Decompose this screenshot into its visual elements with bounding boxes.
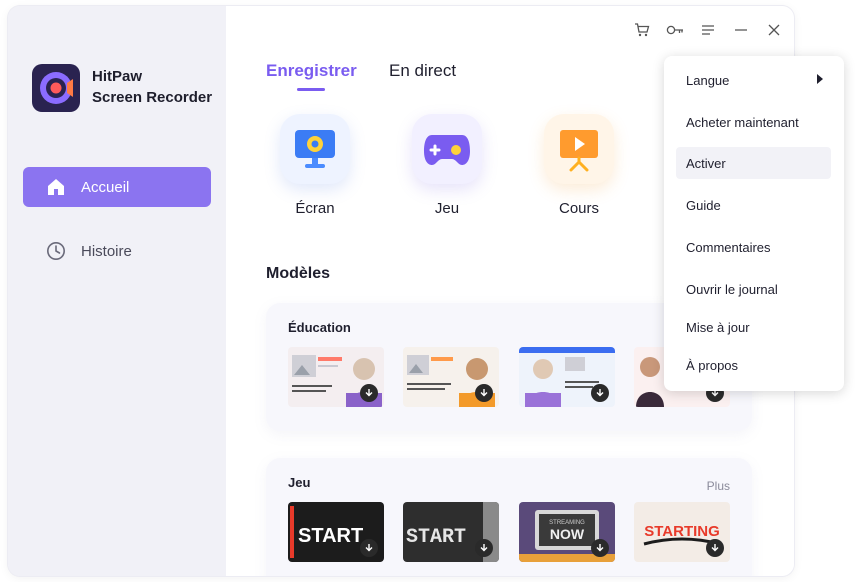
download-icon[interactable] [360,539,378,557]
template-thumbnail[interactable]: STARTING [634,502,730,562]
menu-item-open-log[interactable]: Ouvrir le journal [676,273,831,305]
app-name: HitPaw Screen Recorder [92,66,212,108]
template-thumbnail[interactable]: START [403,502,499,562]
key-icon[interactable] [665,20,685,40]
menu-item-language[interactable]: Langue [676,64,831,96]
mode-game-button[interactable]: Jeu [409,114,485,217]
sidebar-item-label: Histoire [81,242,132,260]
mode-tile [280,114,350,184]
template-thumbnail[interactable]: STREAMING NOW [519,502,615,562]
close-icon[interactable] [764,20,784,40]
app-logo [32,64,80,112]
card-title: Éducation [288,320,351,335]
home-icon [45,176,67,198]
menu-item-buy-now[interactable]: Acheter maintenant [676,106,831,138]
sidebar-item-label: Accueil [81,178,130,196]
menu-item-label: Commentaires [686,239,771,255]
download-icon[interactable] [475,539,493,557]
menu-item-update[interactable]: Mise à jour [676,311,831,343]
cart-icon[interactable] [632,20,652,40]
more-link[interactable]: Plus [707,479,730,493]
sidebar-item-history[interactable]: Histoire [23,231,211,271]
mode-label: Jeu [434,200,460,217]
thumbnail-text: START [406,526,466,549]
app-name-line2: Screen Recorder [92,89,213,106]
download-icon[interactable] [591,539,609,557]
menu-item-label: Activer [686,155,726,171]
tab-record[interactable]: Enregistrer [266,61,357,81]
settings-dropdown-menu: Langue Acheter maintenant Activer Guide … [664,56,844,391]
templates-heading: Modèles [266,265,331,282]
template-thumbnail[interactable]: START [288,502,384,562]
menu-item-label: Mise à jour [686,319,750,335]
sidebar-item-home[interactable]: Accueil [23,167,211,207]
sidebar: HitPaw Screen Recorder Accueil Histoire [8,6,226,576]
thumbnail-text: STARTING [644,523,720,540]
menu-item-feedback[interactable]: Commentaires [676,231,831,263]
minimize-icon[interactable] [731,20,751,40]
menu-item-activate[interactable]: Activer [676,147,831,179]
clock-icon [45,240,67,262]
chevron-right-icon [817,74,823,84]
presentation-icon [560,130,598,172]
menu-item-label: À propos [686,357,739,373]
download-icon[interactable] [591,384,609,402]
record-logo-icon [40,72,73,104]
template-thumbnail[interactable] [403,347,499,407]
window-controls [632,20,784,40]
menu-item-label: Ouvrir le journal [686,281,778,297]
mode-tile [544,114,614,184]
game-templates-card: Jeu Plus START START STREAMING NOW START… [266,458,752,576]
mode-tile [412,114,482,184]
mode-label: Écran [295,200,335,217]
mode-label: Cours [558,200,599,217]
thumbnail-text: START [298,525,363,547]
app-name-line1: HitPaw [92,68,143,85]
card-title: Jeu [288,475,311,490]
menu-icon[interactable] [698,20,718,40]
mode-screen-button[interactable]: Écran [277,114,353,217]
menu-item-label: Acheter maintenant [686,114,799,130]
menu-item-label: Langue [686,72,730,88]
menu-item-about[interactable]: À propos [676,349,831,381]
tab-live[interactable]: En direct [389,61,456,81]
template-thumbnail[interactable] [519,347,615,407]
menu-item-guide[interactable]: Guide [676,189,831,221]
monitor-camera-icon [295,130,335,168]
download-icon[interactable] [360,384,378,402]
tab-active-indicator [297,88,325,91]
menu-item-label: Guide [686,197,721,213]
download-icon[interactable] [475,384,493,402]
mode-course-button[interactable]: Cours [541,114,617,217]
template-thumbnail[interactable] [288,347,384,407]
download-icon[interactable] [706,539,724,557]
gamepad-icon [424,135,470,165]
thumbnail-text: NOW [550,526,585,542]
